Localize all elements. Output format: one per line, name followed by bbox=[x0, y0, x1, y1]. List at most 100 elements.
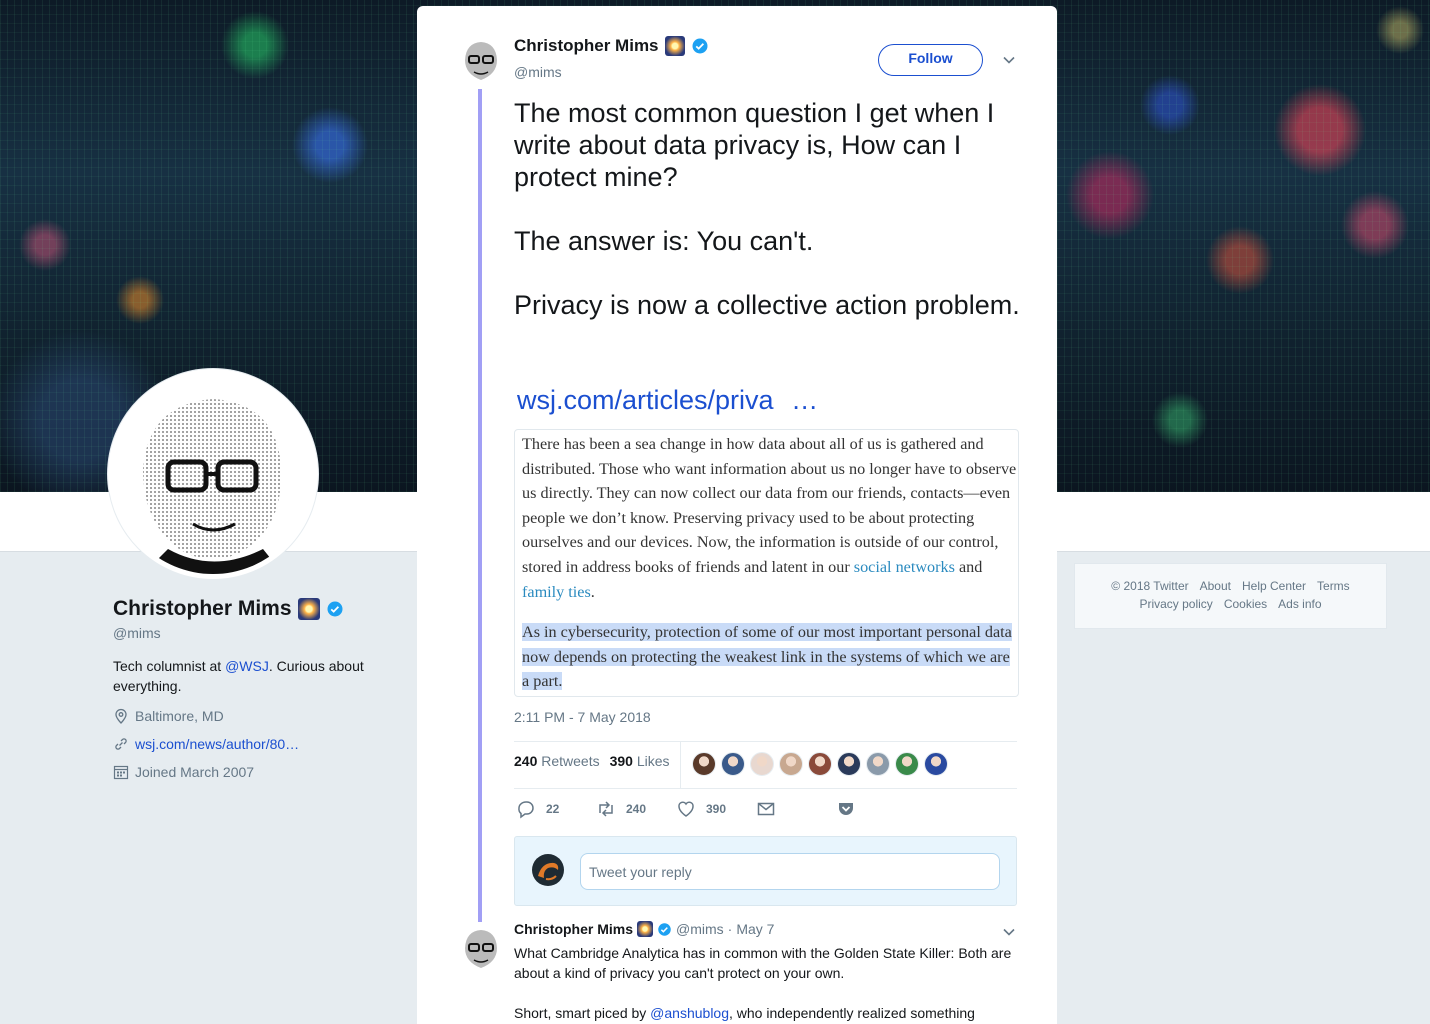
chevron-down-icon[interactable] bbox=[1001, 52, 1017, 68]
retweets-stat[interactable]: 240 Retweets bbox=[514, 753, 600, 769]
thread-connector-line bbox=[478, 89, 482, 922]
liker-avatar[interactable] bbox=[721, 752, 745, 776]
excerpt-text-period: . bbox=[590, 582, 595, 601]
reply-input[interactable] bbox=[580, 853, 1000, 890]
profile-bio: Tech columnist at @WSJ. Curious about ev… bbox=[113, 656, 383, 696]
article-link[interactable]: wsj.com/articles/priva … bbox=[517, 384, 818, 416]
stats-separator bbox=[680, 742, 681, 788]
next-tweet-separator: · bbox=[727, 921, 733, 937]
reply-count: 22 bbox=[546, 802, 560, 816]
website-link[interactable]: wsj.com/news/author/80… bbox=[135, 736, 299, 752]
next-tweet-author-name[interactable]: Christopher Mims bbox=[514, 921, 633, 937]
next-tweet-header: Christopher Mims @mims · May 7 bbox=[514, 921, 774, 937]
retweets-label: Retweets bbox=[541, 753, 600, 769]
tweet-permalink-modal: Christopher Mims @mims Follow The most c… bbox=[417, 6, 1057, 1024]
author-avatar[interactable] bbox=[457, 924, 505, 972]
verified-badge-icon bbox=[692, 38, 708, 54]
fireworks-emoji-icon bbox=[297, 598, 320, 620]
retweet-count: 240 bbox=[626, 802, 647, 816]
profile-handle[interactable]: @mims bbox=[113, 625, 161, 641]
fireworks-emoji-icon bbox=[664, 36, 685, 56]
article-excerpt-image[interactable]: There has been a sea change in how data … bbox=[514, 429, 1019, 697]
profile-avatar[interactable] bbox=[108, 369, 318, 579]
tweet-text: The most common question I get when I wr… bbox=[514, 97, 1024, 321]
calendar-icon bbox=[113, 765, 129, 780]
liker-avatar[interactable] bbox=[837, 752, 861, 776]
tweet-author-name[interactable]: Christopher Mims bbox=[514, 36, 709, 56]
tweet-actions: 22 240 390 bbox=[516, 799, 876, 819]
tweet-author-handle[interactable]: @mims bbox=[514, 64, 562, 80]
tweet-timestamp[interactable]: 2:11 PM - 7 May 2018 bbox=[514, 709, 651, 725]
heart-icon[interactable] bbox=[676, 799, 696, 819]
excerpt-paragraph-highlighted: As in cybersecurity, protection of some … bbox=[522, 620, 1018, 694]
bio-mention-link[interactable]: @WSJ bbox=[225, 658, 269, 674]
liker-avatar[interactable] bbox=[924, 752, 948, 776]
footer-cookies-link[interactable]: Cookies bbox=[1224, 597, 1267, 611]
excerpt-paragraph: There has been a sea change in how data … bbox=[522, 432, 1018, 604]
liker-avatars bbox=[692, 752, 948, 776]
tweet-text-paragraph: Privacy is now a collective action probl… bbox=[514, 290, 1020, 320]
direct-message-action[interactable] bbox=[756, 799, 776, 819]
envelope-icon[interactable] bbox=[756, 799, 776, 819]
retweets-count: 240 bbox=[514, 753, 538, 769]
footer-links: © 2018 Twitter About Help Center Terms P… bbox=[1074, 563, 1387, 629]
mention-link[interactable]: @anshublog bbox=[650, 1005, 729, 1021]
profile-name-text[interactable]: Christopher Mims bbox=[113, 597, 292, 621]
excerpt-link-family-ties: family ties bbox=[522, 582, 591, 601]
link-icon bbox=[115, 738, 127, 750]
footer-ads-info-link[interactable]: Ads info bbox=[1278, 597, 1321, 611]
liker-avatar[interactable] bbox=[895, 752, 919, 776]
likes-count: 390 bbox=[609, 753, 633, 769]
current-user-avatar[interactable] bbox=[532, 854, 564, 886]
like-action[interactable]: 390 bbox=[676, 799, 726, 819]
next-tweet-paragraph: What Cambridge Analytica has in common w… bbox=[514, 945, 1012, 981]
next-tweet-author-handle[interactable]: @mims bbox=[676, 921, 724, 937]
footer-help-center-link[interactable]: Help Center bbox=[1242, 579, 1306, 593]
chevron-down-icon[interactable] bbox=[1001, 924, 1017, 940]
divider bbox=[514, 741, 1017, 742]
profile-joined: Joined March 2007 bbox=[113, 764, 254, 780]
verified-badge-icon bbox=[327, 601, 343, 617]
excerpt-link-social-networks: social networks bbox=[853, 557, 955, 576]
liker-avatar[interactable] bbox=[866, 752, 890, 776]
fireworks-emoji-icon bbox=[637, 921, 654, 937]
location-pin-icon bbox=[115, 708, 127, 724]
next-tweet-text-suffix: , who independently realized something bbox=[729, 1005, 975, 1021]
tweet-stats: 240 Retweets 390 Likes bbox=[514, 753, 670, 769]
author-avatar[interactable] bbox=[457, 36, 505, 84]
excerpt-text-and: and bbox=[954, 557, 983, 576]
profile-location: Baltimore, MD bbox=[113, 708, 224, 724]
next-tweet-date[interactable]: May 7 bbox=[736, 921, 774, 937]
footer-copyright: © 2018 Twitter bbox=[1111, 579, 1189, 593]
location-text: Baltimore, MD bbox=[135, 708, 224, 724]
footer-privacy-link[interactable]: Privacy policy bbox=[1139, 597, 1212, 611]
liker-avatar[interactable] bbox=[808, 752, 832, 776]
verified-badge-icon bbox=[658, 922, 671, 936]
next-tweet-text-prefix: Short, smart piced by bbox=[514, 1005, 651, 1021]
next-tweet-text: What Cambridge Analytica has in common w… bbox=[514, 943, 1024, 1023]
profile-website[interactable]: wsj.com/news/author/80… bbox=[113, 736, 299, 752]
reply-action[interactable]: 22 bbox=[516, 799, 559, 819]
retweet-icon[interactable] bbox=[596, 799, 616, 819]
tweet-text-paragraph: The answer is: You can't. bbox=[514, 226, 814, 256]
profile-name[interactable]: Christopher Mims bbox=[113, 597, 344, 621]
liker-avatar[interactable] bbox=[692, 752, 716, 776]
article-link-ellipsis[interactable]: … bbox=[791, 385, 818, 415]
retweet-action[interactable]: 240 bbox=[596, 799, 646, 819]
reply-composer bbox=[514, 836, 1017, 906]
footer-about-link[interactable]: About bbox=[1200, 579, 1231, 593]
footer-terms-link[interactable]: Terms bbox=[1317, 579, 1350, 593]
follow-button[interactable]: Follow bbox=[878, 44, 983, 76]
article-link-text[interactable]: wsj.com/articles/priva bbox=[517, 385, 774, 415]
divider bbox=[514, 788, 1017, 789]
author-name-text[interactable]: Christopher Mims bbox=[514, 36, 659, 56]
joined-text: Joined March 2007 bbox=[135, 764, 255, 780]
likes-stat[interactable]: 390 Likes bbox=[610, 753, 670, 769]
likes-label: Likes bbox=[636, 753, 670, 769]
next-tweet-paragraph: Short, smart piced by @anshublog, who in… bbox=[514, 1003, 1024, 1023]
reply-icon[interactable] bbox=[516, 799, 536, 819]
pocket-icon[interactable] bbox=[836, 799, 856, 819]
liker-avatar[interactable] bbox=[750, 752, 774, 776]
pocket-action[interactable] bbox=[836, 799, 856, 819]
liker-avatar[interactable] bbox=[779, 752, 803, 776]
